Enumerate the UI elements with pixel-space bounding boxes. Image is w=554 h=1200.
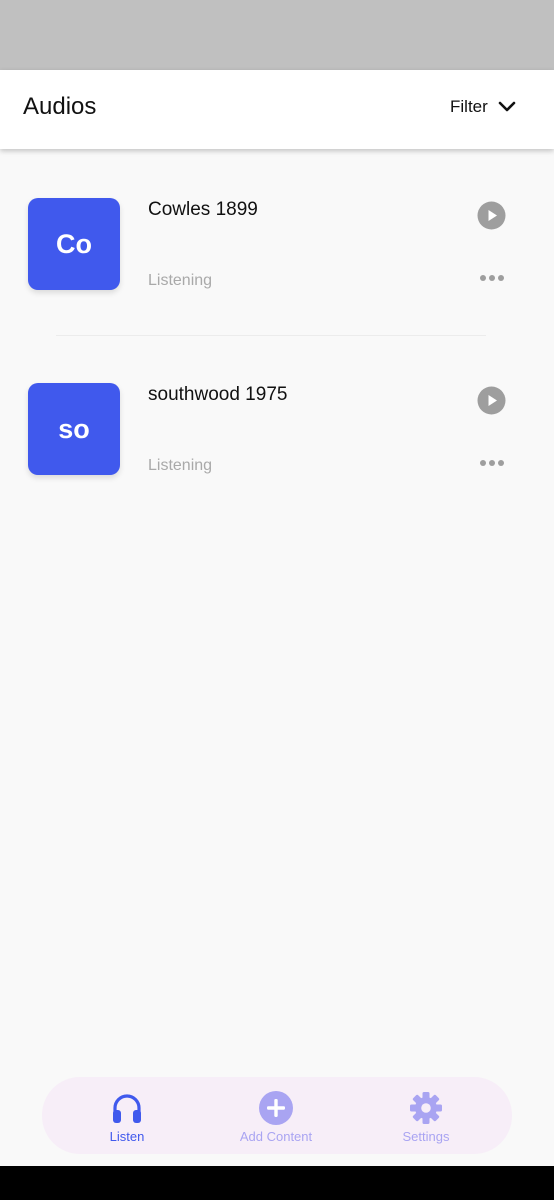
app-header: Audios Filter <box>0 70 554 149</box>
nav-listen[interactable]: Listen <box>52 1077 202 1154</box>
audio-title: Cowles 1899 <box>148 199 258 220</box>
audio-thumbnail: so <box>28 383 120 475</box>
audio-status: Listening <box>148 272 213 289</box>
audio-thumbnail: Co <box>28 198 120 290</box>
add-circle-icon <box>259 1091 293 1125</box>
play-circle-icon[interactable] <box>477 201 506 230</box>
list-item[interactable]: Co Cowles 1899 Listening <box>0 149 554 336</box>
nav-settings[interactable]: Settings <box>351 1077 501 1154</box>
nav-listen-label: Listen <box>109 1129 145 1144</box>
audio-list: Co Cowles 1899 Listening so southwood 19… <box>0 149 554 519</box>
gear-icon <box>410 1092 442 1124</box>
bottom-nav: Listen Add Content Settings <box>42 1077 512 1154</box>
audio-initials: Co <box>56 228 92 259</box>
chevron-down-icon <box>498 101 516 112</box>
more-horizontal-icon[interactable] <box>478 454 506 472</box>
nav-add-content[interactable]: Add Content <box>201 1077 351 1154</box>
play-circle-icon[interactable] <box>477 386 506 415</box>
audio-title: southwood 1975 <box>148 384 288 405</box>
nav-add-content-label: Add Content <box>239 1129 313 1144</box>
filter-label: Filter <box>450 97 488 116</box>
more-horizontal-icon[interactable] <box>478 269 506 287</box>
audio-status: Listening <box>148 457 213 474</box>
nav-settings-label: Settings <box>402 1129 450 1144</box>
list-item[interactable]: so southwood 1975 Listening <box>0 334 554 519</box>
status-bar <box>0 0 554 70</box>
headphones-icon <box>113 1094 141 1123</box>
filter-button[interactable]: Filter <box>450 97 517 117</box>
page-title: Audios <box>23 93 97 120</box>
system-gesture-bar <box>0 1166 554 1200</box>
audio-initials: so <box>58 413 90 444</box>
